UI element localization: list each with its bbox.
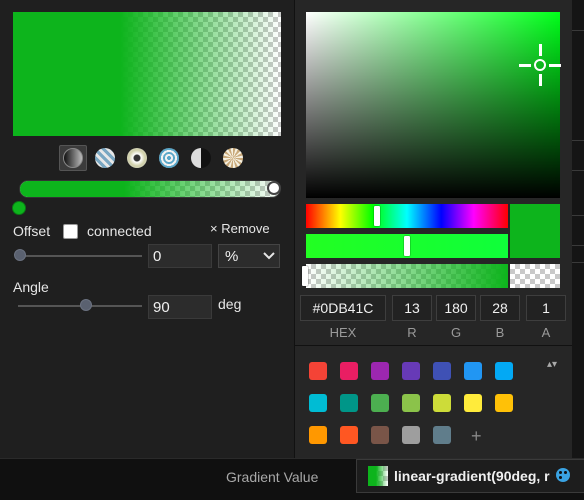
angle-slider-thumb[interactable] (80, 299, 92, 311)
saturation-value-cursor[interactable] (519, 44, 561, 86)
offset-label: Offset (13, 223, 51, 239)
right-scroll-edge (572, 0, 584, 458)
offset-unit-value: % (225, 247, 239, 265)
hue-slider-thumb[interactable] (374, 206, 380, 226)
palette-swatch[interactable] (464, 362, 482, 380)
repeating-conic-icon (223, 148, 243, 168)
angle-label: Angle (13, 279, 49, 295)
gradient-type-selector (59, 145, 247, 171)
palette-swatch[interactable] (402, 394, 420, 412)
palette-scroll-arrows-icon[interactable]: ▴▾ (547, 360, 557, 370)
palette-swatch[interactable] (371, 362, 389, 380)
chevron-down-icon (263, 252, 275, 260)
add-color-button[interactable]: + (471, 426, 482, 447)
palette-swatch[interactable] (433, 394, 451, 412)
palette-swatch[interactable] (340, 426, 358, 444)
palette-swatch[interactable] (340, 394, 358, 412)
linear-gradient-button[interactable] (59, 145, 87, 171)
palette-swatch[interactable] (371, 426, 389, 444)
repeating-radial-button[interactable] (155, 145, 183, 171)
angle-unit-label: deg (218, 296, 242, 312)
palette-swatch[interactable] (433, 426, 451, 444)
gradient-stop-handle-end[interactable] (267, 181, 281, 195)
gradient-value-text[interactable]: linear-gradient(90deg, rgba(13,180,28,1)… (394, 468, 550, 484)
saturation-slider[interactable] (306, 234, 508, 258)
conic-gradient-icon (191, 148, 211, 168)
elliptical-gradient-icon (127, 148, 147, 168)
gradient-preview (13, 12, 281, 136)
conic-gradient-button[interactable] (187, 145, 215, 171)
palette-swatch[interactable] (402, 362, 420, 380)
radial-gradient-button[interactable] (91, 145, 119, 171)
saturation-slider-thumb[interactable] (404, 236, 410, 256)
alpha-label: A (541, 325, 551, 340)
blue-label: B (495, 325, 505, 340)
offset-slider-track[interactable] (18, 255, 142, 257)
repeating-radial-icon (159, 148, 179, 168)
gradient-preview-fill (13, 12, 281, 136)
linear-gradient-icon (63, 148, 83, 168)
radial-gradient-icon (95, 148, 115, 168)
palette-swatch[interactable] (309, 394, 327, 412)
palette-swatch[interactable] (309, 362, 327, 380)
gradient-value-label: Gradient Value (226, 469, 319, 485)
alpha-preview-swatch (510, 264, 560, 288)
connected-label: connected (87, 223, 152, 239)
offset-input[interactable]: 0 (148, 244, 212, 268)
remove-stop-button[interactable]: × Remove (210, 221, 270, 236)
palette-icon[interactable] (556, 468, 570, 482)
hex-input[interactable]: #0DB41C (300, 295, 386, 321)
elliptical-gradient-button[interactable] (123, 145, 151, 171)
alpha-slider[interactable] (302, 264, 508, 288)
palette-swatch[interactable] (495, 394, 513, 412)
gradient-value-thumbnail (368, 466, 388, 486)
hex-label: HEX (329, 325, 357, 340)
repeating-conic-button[interactable] (219, 145, 247, 171)
green-input[interactable]: 180 (436, 295, 476, 321)
gradient-stop-handle-selected[interactable] (12, 201, 26, 215)
gradient-stops-fill (20, 181, 280, 197)
connected-checkbox[interactable] (63, 224, 78, 239)
palette-divider (294, 345, 572, 346)
saturation-value-area[interactable] (306, 12, 560, 198)
palette-swatch[interactable] (464, 394, 482, 412)
alpha-slider-thumb[interactable] (302, 266, 308, 286)
palette-swatch[interactable] (309, 426, 327, 444)
hue-slider[interactable] (306, 204, 508, 228)
angle-input[interactable]: 90 (148, 295, 212, 319)
palette-swatch[interactable] (433, 362, 451, 380)
red-input[interactable]: 13 (392, 295, 432, 321)
gradient-stops-bar[interactable] (19, 180, 281, 198)
palette-swatch[interactable] (495, 362, 513, 380)
palette-swatch[interactable] (371, 394, 389, 412)
offset-unit-select[interactable]: % (218, 244, 280, 268)
offset-slider-thumb[interactable] (14, 249, 26, 261)
current-color-swatch (510, 204, 560, 258)
green-label: G (450, 325, 462, 340)
red-label: R (407, 325, 417, 340)
alpha-input[interactable]: 1 (526, 295, 566, 321)
palette-swatch[interactable] (402, 426, 420, 444)
palette-swatch[interactable] (340, 362, 358, 380)
blue-input[interactable]: 28 (480, 295, 520, 321)
